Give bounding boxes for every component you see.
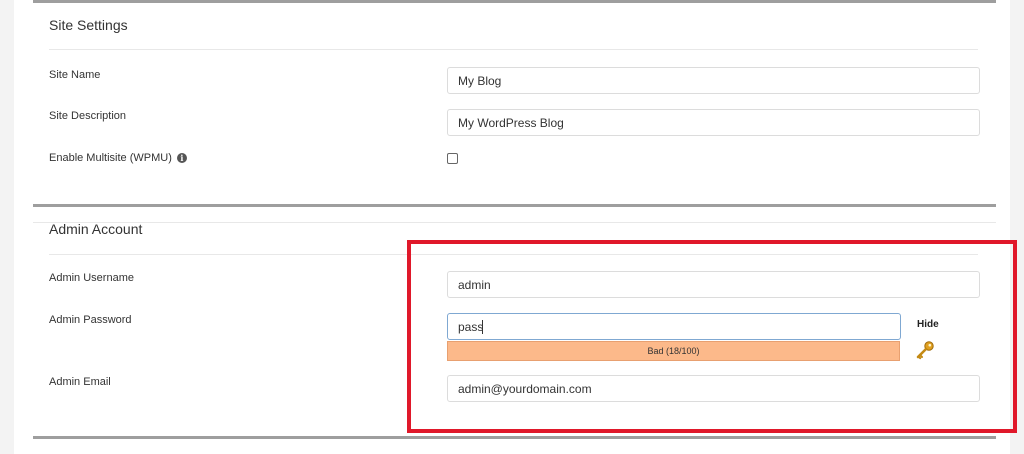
info-icon[interactable]: i [176,153,187,163]
admin-account-top-border [33,204,996,207]
site-settings-divider [49,49,978,50]
site-settings-top-border [33,0,996,3]
site-description-label: Site Description [49,110,127,122]
multisite-checkbox[interactable] [447,153,458,164]
site-name-label: Site Name [49,69,101,81]
admin-password-label: Admin Password [49,314,132,326]
multisite-label-row: Enable Multisite (WPMU) i [49,152,187,164]
admin-account-subtle-border [33,222,996,223]
admin-email-label: Admin Email [49,376,111,388]
left-gutter [0,0,14,454]
next-section-top-border [33,436,996,439]
multisite-label: Enable Multisite (WPMU) [49,152,172,164]
site-description-input[interactable] [447,109,980,136]
highlight-annotation-box [407,240,1017,433]
site-name-input[interactable] [447,67,980,94]
admin-account-title: Admin Account [49,221,143,237]
admin-username-label: Admin Username [49,272,134,284]
site-settings-title: Site Settings [49,17,128,33]
